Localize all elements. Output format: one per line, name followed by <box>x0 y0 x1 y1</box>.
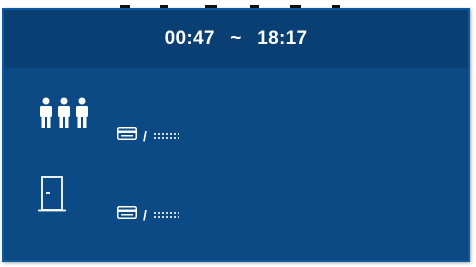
masked-card-number <box>152 132 179 140</box>
door-row: / <box>4 176 468 236</box>
end-time: 18:17 <box>257 28 308 49</box>
start-time: 00:47 <box>164 28 215 49</box>
door-card-info: / <box>117 206 179 224</box>
people-group-icon <box>38 97 92 134</box>
door-icon <box>38 176 68 217</box>
time-separator: ~ <box>230 28 242 49</box>
people-card-info: / <box>117 127 179 145</box>
page-top-strip <box>0 0 476 8</box>
card-icon <box>117 206 137 224</box>
separator-slash: / <box>143 207 147 223</box>
schedule-panel: 00:47 ~ 18:17 / / <box>2 8 470 262</box>
people-row: / <box>4 95 468 155</box>
card-icon <box>117 127 137 145</box>
masked-card-number <box>152 211 179 219</box>
separator-slash: / <box>143 128 147 144</box>
time-range-text: 00:47 ~ 18:17 <box>165 28 308 50</box>
time-range-header: 00:47 ~ 18:17 <box>4 10 468 68</box>
